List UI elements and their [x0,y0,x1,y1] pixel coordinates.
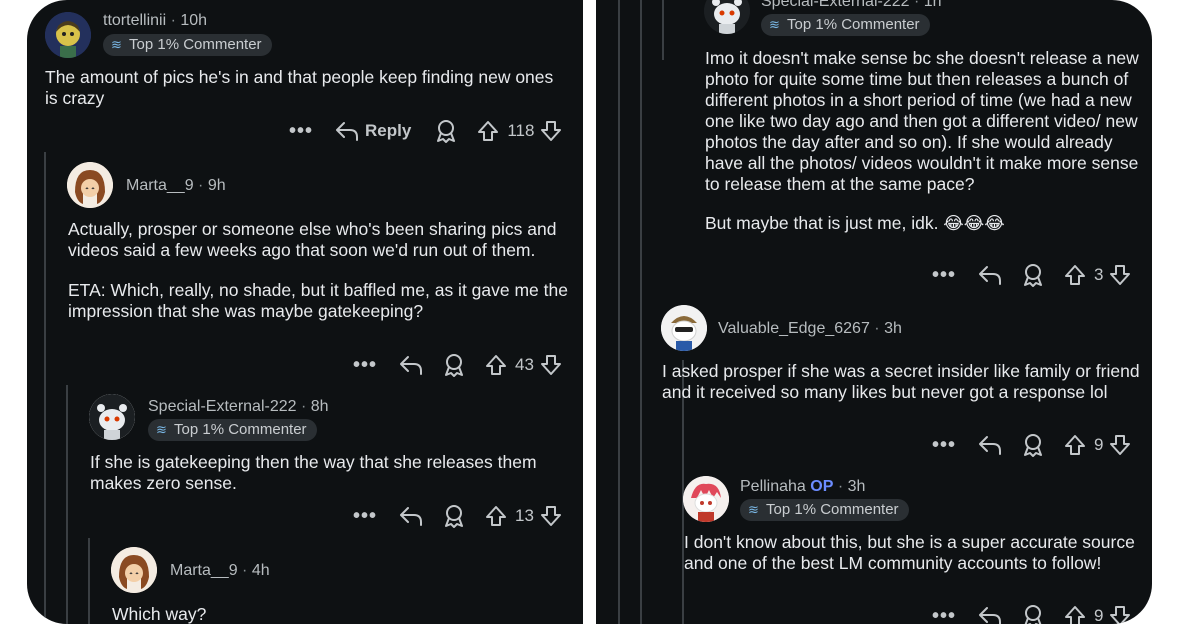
reply-icon[interactable] [978,605,1002,624]
avatar[interactable] [704,0,750,34]
comment-actions: ••• 43 [353,352,562,378]
reply-button[interactable]: Reply [335,120,411,142]
downvote-icon[interactable] [540,505,562,527]
downvote-icon[interactable] [1109,434,1131,456]
timestamp: 9h [207,177,226,194]
avatar[interactable] [45,12,91,58]
comment-body: If she is gatekeeping then the way that … [90,452,537,493]
downvote-icon[interactable] [540,120,562,142]
more-icon[interactable]: ••• [289,121,313,141]
top-commenter-icon: ≋ [156,422,167,437]
top-commenter-badge: ≋ Top 1% Commenter [740,499,909,521]
thread-line [640,0,642,624]
more-icon[interactable]: ••• [932,265,956,285]
comment-author[interactable]: Valuable_Edge_6267 · 3h [718,320,902,338]
top-commenter-icon: ≋ [748,502,759,517]
comment-body: The amount of pics he's in and that peop… [45,67,554,108]
award-icon[interactable] [443,353,465,377]
username[interactable]: Valuable_Edge_6267 [718,320,870,337]
more-icon[interactable]: ••• [353,506,377,526]
comment-body: Which way? [112,604,207,624]
vote-count: 9 [1094,606,1104,624]
vote-count: 43 [515,355,534,374]
avatar[interactable] [661,305,707,351]
upvote-icon[interactable] [1064,605,1086,624]
comment-body: Imo it doesn't make sense bc she doesn't… [705,48,1139,233]
username[interactable]: Marta__9 [126,177,194,194]
vote-count: 118 [507,121,535,140]
avatar[interactable] [683,476,729,522]
reply-label[interactable]: Reply [365,121,411,141]
username[interactable]: Marta__9 [170,562,238,579]
award-icon[interactable] [435,119,457,143]
username[interactable]: Special-External-222 [761,0,910,10]
award-icon[interactable] [443,504,465,528]
comment-body: I asked prosper if she was a secret insi… [662,361,1140,402]
timestamp: 3h [847,478,866,495]
downvote-icon[interactable] [1109,605,1131,624]
more-icon[interactable]: ••• [932,435,956,455]
comment-body: Actually, prosper or someone else who's … [68,219,568,321]
comment-body: I don't know about this, but she is a su… [684,532,1135,573]
upvote-icon[interactable] [1064,264,1086,286]
comment-author[interactable]: Marta__9 · 4h [170,562,270,580]
top-commenter-icon: ≋ [111,37,122,52]
avatar[interactable] [89,394,135,440]
more-icon[interactable]: ••• [932,606,956,624]
upvote-icon[interactable] [485,505,507,527]
reply-icon[interactable] [978,264,1002,286]
username[interactable]: ttortellinii [103,12,166,29]
left-screenshot-panel: ttortellinii · 10h ≋ Top 1% Commenter The… [27,0,583,624]
comment-actions: ••• 9 [932,603,1131,624]
award-icon[interactable] [1022,263,1044,287]
comment-actions: ••• Reply 118 [289,118,562,144]
comment-author[interactable]: Pellinaha OP · 3h [740,478,865,496]
upvote-icon[interactable] [1064,434,1086,456]
reply-icon[interactable] [399,354,423,376]
vote-count: 13 [515,506,534,525]
thread-line [662,0,664,60]
timestamp: 1h [923,0,942,10]
timestamp: 10h [180,12,208,29]
comment-author[interactable]: Special-External-222 · 1h [761,0,942,11]
timestamp: 8h [310,398,329,415]
right-screenshot-panel: Special-External-222 · 1h ≋ Top 1% Commen… [596,0,1152,624]
username[interactable]: Special-External-222 [148,398,297,415]
timestamp: 3h [884,320,902,337]
avatar[interactable] [67,162,113,208]
comment-author[interactable]: Marta__9 · 9h [126,177,226,195]
reply-icon[interactable] [399,505,423,527]
reply-icon [336,122,359,141]
upvote-icon[interactable] [485,354,507,376]
comment-author[interactable]: Special-External-222 · 8h [148,398,329,416]
vote-count: 3 [1094,265,1104,284]
top-commenter-badge: ≋ Top 1% Commenter [761,14,930,36]
comment-actions: ••• 9 [932,432,1131,458]
upvote-icon[interactable] [477,120,499,142]
avatar[interactable] [111,547,157,593]
award-icon[interactable] [1022,433,1044,457]
thread-line [66,385,68,624]
downvote-icon[interactable] [1109,264,1131,286]
vote-count: 9 [1094,435,1104,454]
username[interactable]: Pellinaha [740,478,806,495]
thread-line [44,152,46,624]
comment-author[interactable]: ttortellinii · 10h [103,12,207,30]
op-label: OP [810,478,834,495]
top-commenter-icon: ≋ [769,17,780,32]
award-icon[interactable] [1022,604,1044,624]
reply-icon[interactable] [978,434,1002,456]
comment-actions: ••• 13 [353,503,562,529]
top-commenter-badge: ≋ Top 1% Commenter [148,419,317,441]
timestamp: 4h [251,562,270,579]
thread-line [88,538,90,624]
more-icon[interactable]: ••• [353,355,377,375]
top-commenter-badge: ≋ Top 1% Commenter [103,34,272,56]
thread-line [618,0,620,624]
comment-actions: ••• 3 [932,262,1131,288]
downvote-icon[interactable] [540,354,562,376]
